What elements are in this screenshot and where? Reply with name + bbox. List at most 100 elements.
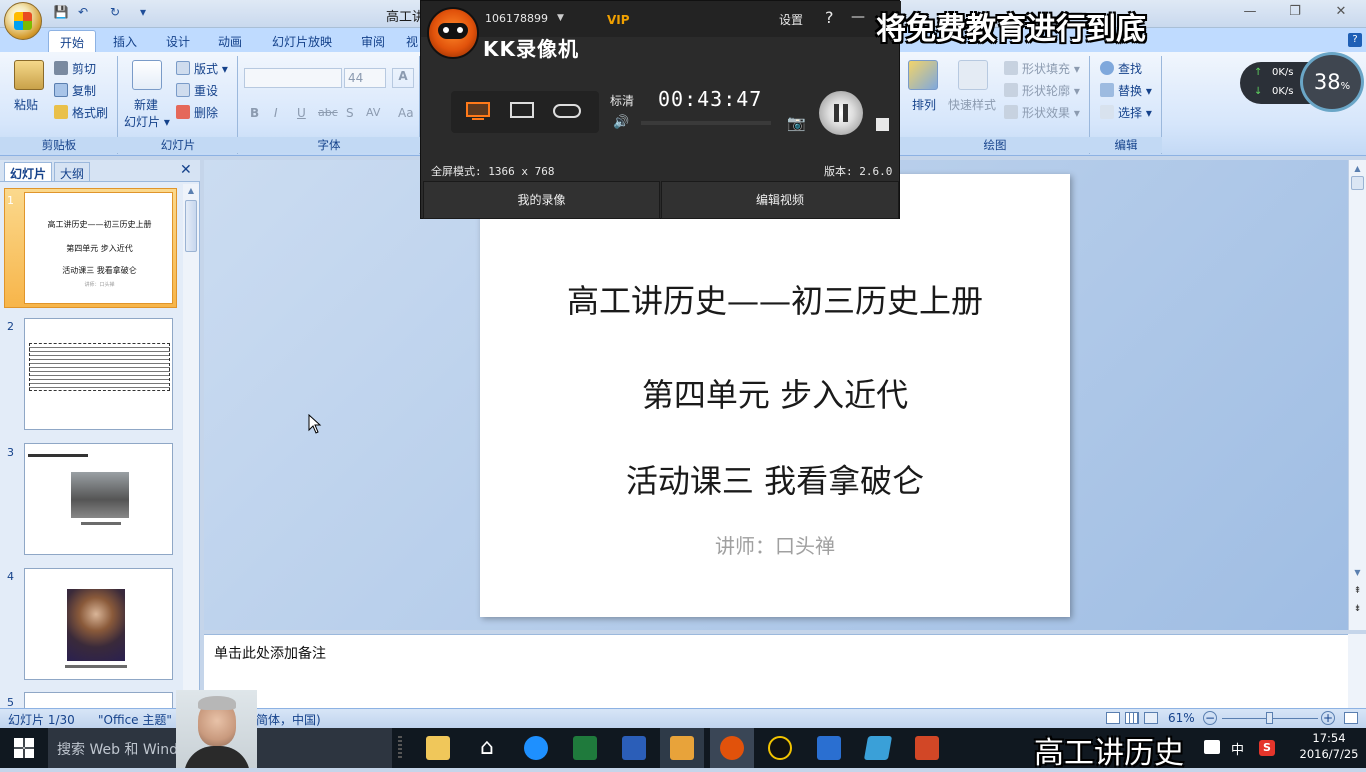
thumbnail-scrollbar[interactable]: ▲ [183,184,199,708]
normal-view-icon[interactable] [1106,712,1120,724]
customize-qat-icon[interactable]: ▾ [134,5,152,21]
shape-outline-button[interactable]: 形状轮廓 ▾ [1004,82,1080,99]
edit-video-button[interactable]: 编辑视频 [661,181,899,219]
kk-vip-badge[interactable]: VIP [607,13,630,27]
restore-button[interactable]: ❐ [1281,4,1309,22]
tab-slides[interactable]: 幻灯片 [4,162,53,181]
change-case-button[interactable]: Aa [398,106,414,120]
delete-slide-button[interactable]: 删除 [176,104,218,121]
replace-button[interactable]: 替换 ▾ [1100,82,1152,99]
slide-title[interactable]: 高工讲历史——初三历史上册 [480,276,1070,322]
volume-icon[interactable]: 🔊 [613,115,629,130]
kk-settings-button[interactable]: 设置 [779,11,803,28]
region-mode-icon[interactable] [503,94,541,128]
close-button[interactable]: ✕ [1327,4,1355,22]
scroll-up-icon[interactable]: ▲ [1351,164,1364,173]
tab-view[interactable]: 视 [404,30,420,52]
copy-button[interactable]: 复制 [54,82,96,99]
slide-thumbnail-1[interactable]: 高工讲历史——初三历史上册 第四单元 步入近代 活动课三 我看拿破仑 讲师：口头… [24,192,173,304]
stop-button[interactable] [876,118,889,131]
camera-icon[interactable]: 📷 [787,114,806,132]
arrange-button[interactable]: 排列 [912,96,936,113]
slideshow-view-icon[interactable] [1144,712,1158,724]
kk-volume-slider[interactable] [641,121,771,125]
quick-styles-icon[interactable] [958,60,988,90]
new-slide-icon[interactable] [132,60,162,90]
cut-button[interactable]: 剪切 [54,60,96,77]
kk-help-button[interactable]: ? [825,8,834,27]
next-slide-icon[interactable]: ⇟ [1351,604,1364,614]
kk-minimize-button[interactable]: — [851,9,865,25]
slide-unit[interactable]: 第四单元 步入近代 [480,370,1070,416]
arrange-icon[interactable] [908,60,938,90]
bold-button[interactable]: B [250,106,259,120]
memory-usage-badge[interactable]: 38% [1300,52,1364,112]
home-icon[interactable]: ⌂ [475,736,499,760]
previous-slide-icon[interactable]: ⇞ [1351,586,1364,596]
kk-quality[interactable]: 标清 [610,92,634,109]
slide-thumbnail-2[interactable] [24,318,173,430]
zoom-in-icon[interactable]: + [1321,711,1335,725]
redo-icon[interactable]: ↻ [106,5,124,21]
tab-home[interactable]: 开始 [48,30,96,52]
fit-window-icon[interactable] [1344,712,1358,724]
slide-thumbnail-4[interactable] [24,568,173,680]
tab-slideshow[interactable]: 幻灯片放映 [262,30,342,52]
office-button[interactable] [4,2,42,40]
font-size-input[interactable]: 44 [344,68,386,88]
excel-icon[interactable] [573,736,597,760]
shadow-button[interactable]: S [346,106,354,120]
slide-thumbnail-5[interactable] [24,692,173,708]
fullscreen-mode-icon[interactable] [459,94,497,128]
tab-animation[interactable]: 动画 [208,30,252,52]
slide-thumbnail-3[interactable] [24,443,173,555]
ime-indicator[interactable]: 中 [1231,739,1244,758]
app-icon[interactable] [817,736,841,760]
paste-icon[interactable] [14,60,44,90]
kk-recorder-window[interactable]: 106178899 ▼ VIP 设置 ? — KK录像机 标清 🔊 00:43:… [420,0,901,219]
sorter-view-icon[interactable] [1125,712,1139,724]
pause-button[interactable] [819,91,863,135]
shape-fill-button[interactable]: 形状填充 ▾ [1004,60,1080,77]
shape-effects-button[interactable]: 形状效果 ▾ [1004,104,1080,121]
file-explorer-icon[interactable] [426,736,450,760]
word-icon[interactable] [622,736,646,760]
reset-button[interactable]: 重设 [176,82,218,99]
my-recordings-button[interactable]: 我的录像 [423,181,660,219]
kk-recorder-icon[interactable] [720,736,744,760]
scroll-up-icon[interactable]: ▲ [185,186,197,196]
notes-pane[interactable]: 单击此处添加备注 [204,634,1348,708]
tab-review[interactable]: 审阅 [352,30,394,52]
taskbar-clock[interactable]: 17:54 2016/7/25 [1296,730,1362,762]
presentation-app-icon[interactable] [915,736,939,760]
language-indicator[interactable]: 简体，中国) [256,711,321,728]
minimize-button[interactable]: — [1236,4,1264,22]
zoom-level[interactable]: 61% [1168,711,1195,725]
notification-icon[interactable] [1204,740,1220,754]
font-name-input[interactable] [244,68,342,88]
layout-button[interactable]: 版式 ▾ [176,60,228,77]
scroll-down-icon[interactable]: ▼ [1351,568,1364,577]
undo-icon[interactable]: ↶ [74,5,92,21]
notes-scrollbar[interactable] [1348,634,1366,708]
char-spacing-button[interactable]: AV [366,106,380,119]
find-button[interactable]: 查找 [1100,60,1142,77]
grow-font-button[interactable]: A [392,68,414,88]
new-slide-label-2[interactable]: 幻灯片 ▾ [124,113,170,130]
new-slide-label-1[interactable]: 新建 [134,96,158,113]
tab-design[interactable]: 设计 [156,30,200,52]
browser-icon[interactable] [524,736,548,760]
slide-scrollbar[interactable]: ▲ ▼ ⇞ ⇟ [1348,160,1366,630]
zoom-slider-thumb[interactable] [1266,712,1274,724]
chevron-down-icon[interactable]: ▼ [557,13,564,23]
italic-button[interactable]: I [274,106,278,120]
powerpoint-icon[interactable] [670,736,694,760]
quick-styles-button[interactable]: 快速样式 [948,96,996,113]
slide-lesson[interactable]: 活动课三 我看拿破仑 [480,456,1070,502]
slide-lecturer[interactable]: 讲师：口头禅 [480,530,1070,559]
zoom-out-icon[interactable]: − [1203,711,1217,725]
sogou-ime-icon[interactable]: S [1259,740,1275,756]
notes-placeholder[interactable]: 单击此处添加备注 [214,643,326,663]
strikethrough-button[interactable]: abc [318,106,338,119]
scroll-thumb[interactable] [1351,176,1364,190]
